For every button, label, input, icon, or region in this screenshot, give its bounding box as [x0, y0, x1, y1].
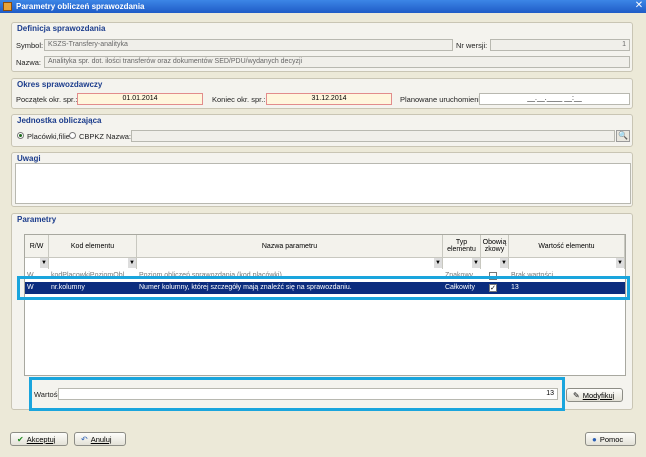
akceptuj-button[interactable]: ✔ Akceptuj	[10, 432, 68, 446]
poczatek-label: Początek okr. spr.:	[16, 95, 78, 104]
close-icon[interactable]: ✕	[634, 0, 644, 12]
filter-kod[interactable]: ▼	[49, 258, 137, 269]
modyfikuj-button[interactable]: ✎ Modyfikuj	[566, 388, 623, 402]
chevron-down-icon[interactable]: ▼	[40, 258, 48, 268]
help-icon: ●	[592, 434, 597, 444]
chevron-down-icon[interactable]: ▼	[500, 258, 508, 268]
col-header-wartosc[interactable]: Wartość elementu	[509, 235, 625, 258]
nr-wersji-field[interactable]: 1	[490, 39, 630, 51]
undo-icon: ↶	[81, 434, 88, 444]
uwagi-textarea[interactable]	[15, 163, 631, 204]
col-header-obow[interactable]: Obowią zkowy	[481, 235, 509, 258]
edit-icon: ✎	[573, 390, 580, 400]
parametry-title: Parametry	[17, 215, 57, 224]
chevron-down-icon[interactable]: ▼	[472, 258, 480, 268]
okres-group: Okres sprawozdawczy Początek okr. spr.: …	[11, 78, 633, 109]
filter-rw[interactable]: ▼	[25, 258, 49, 269]
modyfikuj-label: Modyfikuj	[582, 390, 615, 400]
col-header-nazwa[interactable]: Nazwa parametru	[137, 235, 443, 258]
radio-placowki[interactable]	[17, 132, 24, 139]
jednostka-nazwa-field[interactable]	[131, 130, 615, 142]
pomoc-label: Pomoc	[599, 434, 624, 444]
pomoc-button[interactable]: ● Pomoc	[585, 432, 636, 446]
chevron-down-icon[interactable]: ▼	[434, 258, 442, 268]
planowane-field[interactable]: __.__.____ __:__	[479, 93, 630, 105]
chevron-down-icon[interactable]: ▼	[616, 258, 624, 268]
uwagi-title: Uwagi	[17, 154, 41, 163]
col-header-typ[interactable]: Typ elementu	[443, 235, 481, 258]
jednostka-title: Jednostka obliczająca	[17, 116, 102, 125]
planowane-label: Planowane uruchomienie:	[400, 95, 487, 104]
nazwa-field[interactable]: Analityka spr. dot. ilości transferów or…	[44, 56, 630, 68]
radio-cbpkz[interactable]	[69, 132, 76, 139]
uwagi-group: Uwagi	[11, 152, 633, 207]
check-icon: ✔	[17, 434, 24, 444]
jednostka-group: Jednostka obliczająca Placówki,filie CBP…	[11, 114, 633, 147]
filter-typ[interactable]: ▼	[443, 258, 481, 269]
symbol-label: Symbol:	[16, 41, 44, 50]
filter-nazwa[interactable]: ▼	[137, 258, 443, 269]
parametry-grid: R/W Kod elementu Nazwa parametru Typ ele…	[24, 234, 626, 376]
search-icon[interactable]: 🔍	[616, 130, 630, 142]
koniec-label: Koniec okr. spr.:	[212, 95, 266, 104]
koniec-field[interactable]: 31.12.2014	[266, 93, 392, 105]
wartosc-field[interactable]: 13	[58, 388, 558, 400]
selected-row-highlight	[17, 276, 630, 300]
jednostka-nazwa-label: Nazwa:	[106, 132, 132, 141]
definicja-group: Definicja sprawozdania Symbol: KSZS-Tran…	[11, 22, 633, 72]
radio-placowki-label: Placówki,filie	[27, 132, 70, 141]
radio-cbpkz-label: CBPKZ	[79, 132, 105, 141]
definicja-title: Definicja sprawozdania	[17, 24, 106, 33]
nazwa-label: Nazwa:	[16, 58, 42, 67]
poczatek-field[interactable]: 01.01.2014	[77, 93, 203, 105]
window-title: Parametry obliczeń sprawozdania	[16, 2, 145, 11]
filter-obow[interactable]: ▼	[481, 258, 509, 269]
nr-wersji-label: Nr wersji:	[456, 41, 488, 50]
app-icon	[3, 2, 12, 11]
akceptuj-label: Akceptuj	[26, 434, 56, 444]
col-header-kod[interactable]: Kod elementu	[49, 235, 137, 258]
filter-wartosc[interactable]: ▼	[509, 258, 625, 269]
okres-title: Okres sprawozdawczy	[17, 80, 103, 89]
chevron-down-icon[interactable]: ▼	[128, 258, 136, 268]
col-header-rw[interactable]: R/W	[25, 235, 49, 258]
anuluj-label: Anuluj	[90, 434, 112, 444]
window-titlebar: Parametry obliczeń sprawozdania ✕	[0, 0, 646, 13]
anuluj-button[interactable]: ↶ Anuluj	[74, 432, 126, 446]
symbol-field[interactable]: KSZS-Transfery-analityka	[44, 39, 453, 51]
